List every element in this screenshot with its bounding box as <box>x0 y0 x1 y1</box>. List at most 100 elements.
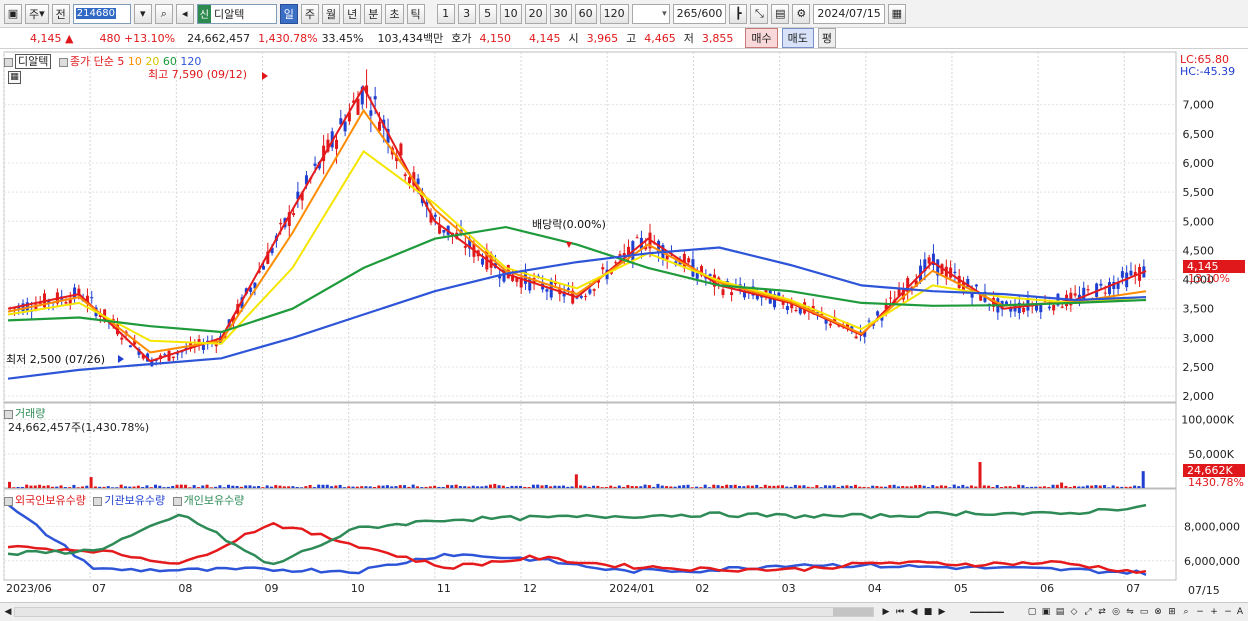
count-max: /600 <box>697 7 723 20</box>
buy-button[interactable]: 매수 <box>745 28 778 48</box>
period-tab-year[interactable]: 년 <box>343 3 362 24</box>
volume-bar <box>514 485 518 488</box>
chart-window-icon[interactable]: ▣ <box>4 3 22 24</box>
volume-bar <box>1090 485 1094 488</box>
stock-code-input[interactable]: 214680 <box>72 3 131 24</box>
interval-button-20[interactable]: 20 <box>524 3 547 24</box>
legend-toggle-icon[interactable] <box>4 57 13 67</box>
volume-bar <box>394 486 398 488</box>
volume-bar <box>128 486 132 488</box>
layout-icon-7[interactable]: ◎ <box>1110 605 1122 619</box>
prev-button[interactable]: 전 <box>51 3 70 24</box>
interval-combo[interactable]: ▾ <box>631 3 670 24</box>
holdings-line-2 <box>7 503 1147 566</box>
period-tab-week[interactable]: 주 <box>300 3 320 24</box>
x-tick-label: 12 <box>523 582 538 595</box>
stock-name: 디알텍 <box>213 7 245 21</box>
x-tick-label: 07 <box>92 582 107 595</box>
layout-icon-6[interactable]: ⇄ <box>1096 605 1108 619</box>
volume-bar <box>501 485 505 488</box>
legend-stock-name: 디알텍 <box>15 54 52 69</box>
layout-icon-2[interactable]: ▣ <box>1040 605 1052 619</box>
search-icon[interactable]: ⌕ <box>154 3 173 24</box>
code-dropdown-icon[interactable]: ▾ <box>133 3 152 24</box>
volume-y-tick-label: 100,000K <box>1181 414 1234 427</box>
volume-toggle-icon[interactable] <box>4 409 13 419</box>
candle-body <box>408 177 412 184</box>
go-prev-icon[interactable]: ◀ <box>908 605 920 619</box>
font-size-icon[interactable]: − <box>1222 605 1234 619</box>
layout-icon-10[interactable]: ⊗ <box>1152 605 1164 619</box>
candle-body <box>953 271 957 274</box>
volume-bar <box>1047 487 1051 488</box>
zoom-search-icon[interactable]: ⌕ <box>1180 605 1192 619</box>
period-tab-day[interactable]: 일 <box>279 3 298 24</box>
x-tick-label: 07 <box>1126 582 1141 595</box>
go-first-icon[interactable]: ⏮ <box>894 605 906 619</box>
layout-icon-4[interactable]: ◇ <box>1068 605 1080 619</box>
legend-ma-toggle-icon[interactable] <box>58 57 68 67</box>
volume-bar <box>566 486 570 488</box>
volume-bar <box>935 486 939 488</box>
layout-icon-5[interactable]: ⤢ <box>1082 605 1094 619</box>
interval-button-60[interactable]: 60 <box>574 3 597 24</box>
type-dropdown[interactable]: 주 ▾ <box>25 3 49 24</box>
volume-bar <box>531 484 535 488</box>
candle-tools-icon[interactable]: ┣ <box>729 3 748 24</box>
volume-bar <box>695 486 699 488</box>
layout-icon-11[interactable]: ⊞ <box>1166 605 1178 619</box>
speaker-icon[interactable]: ◂ <box>175 3 194 24</box>
count-field[interactable]: 265/600 <box>672 3 727 24</box>
layout-icon-3[interactable]: ▤ <box>1054 605 1066 619</box>
sell-button[interactable]: 매도 <box>781 28 814 48</box>
stock-name-field[interactable]: 신 디알텍 <box>196 3 277 24</box>
date-field[interactable]: 2024/07/15 <box>813 3 885 24</box>
volume-bar <box>1120 486 1124 488</box>
layout-icon-1[interactable]: ▢ <box>1026 605 1038 619</box>
candle-body <box>695 272 699 279</box>
volume-bar <box>360 486 364 488</box>
calendar-icon[interactable]: ▦ <box>887 3 906 24</box>
institution-toggle-icon[interactable] <box>93 496 103 506</box>
x-tick-label: 02 <box>695 582 710 595</box>
save-icon[interactable]: ▤ <box>771 3 790 24</box>
chart-svg[interactable]: 7,0006,5006,0005,5005,0004,5004,0003,500… <box>0 50 1248 602</box>
layout-icon-9[interactable]: ▭ <box>1138 605 1150 619</box>
period-tab-second[interactable]: 초 <box>385 3 404 24</box>
interval-button-120[interactable]: 120 <box>599 3 629 24</box>
scroll-right-icon[interactable]: ▶ <box>880 605 892 619</box>
grid-toggle-icon[interactable]: ▦ <box>8 71 21 84</box>
individual-toggle-icon[interactable] <box>172 496 182 506</box>
volume-bar <box>647 485 651 488</box>
interval-button-30[interactable]: 30 <box>549 3 572 24</box>
date-value: 2024/07/15 <box>817 7 881 20</box>
volume-bar <box>257 485 261 488</box>
zoom-tools-icon[interactable]: ⤡ <box>750 3 769 24</box>
play-icon[interactable]: ▶ <box>936 605 948 619</box>
interval-button-1[interactable]: 1 <box>436 3 455 24</box>
interval-button-3[interactable]: 3 <box>457 3 476 24</box>
volume-bar <box>892 484 896 488</box>
foreign-toggle-icon[interactable] <box>4 496 13 506</box>
interval-button-5[interactable]: 5 <box>478 3 497 24</box>
period-tab-minute[interactable]: 분 <box>364 3 383 24</box>
flat-button[interactable]: 평 <box>817 28 836 48</box>
scroll-track[interactable] <box>14 607 874 617</box>
period-tab-tick[interactable]: 틱 <box>406 3 425 24</box>
scroll-left-icon[interactable]: ◀ <box>2 605 14 619</box>
volume-bar <box>368 486 372 488</box>
chart-area[interactable]: 7,000 6,500 6,000 5,500 5,000 4,500 4,000 3,500… <box>0 50 1248 602</box>
candle-body <box>1120 271 1124 278</box>
text-icon[interactable]: A <box>1234 605 1246 619</box>
zoom-out-icon[interactable]: − <box>1194 605 1206 619</box>
stop-icon[interactable]: ■ <box>922 605 934 619</box>
interval-button-10[interactable]: 10 <box>499 3 522 24</box>
volume-bar <box>1133 485 1137 488</box>
zoom-slider[interactable]: ━━━━━━━ <box>952 605 1022 619</box>
period-tab-month[interactable]: 월 <box>322 3 341 24</box>
scroll-thumb[interactable] <box>833 608 873 616</box>
volume-bar <box>12 487 16 488</box>
zoom-in-icon[interactable]: + <box>1208 605 1220 619</box>
layout-icon-8[interactable]: ⇋ <box>1124 605 1136 619</box>
gear-icon[interactable]: ⚙ <box>792 3 811 24</box>
